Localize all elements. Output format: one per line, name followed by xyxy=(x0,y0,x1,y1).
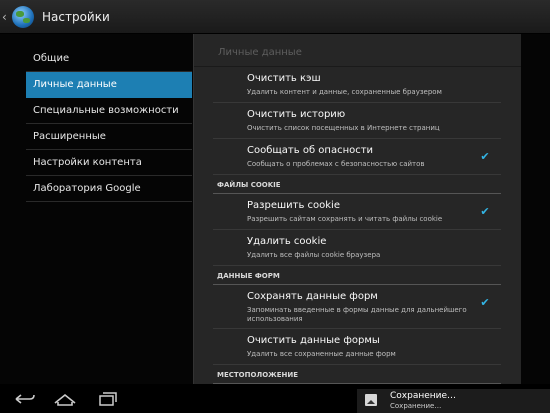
row-subtitle: Очистить список посещенных в Интернете с… xyxy=(247,124,440,132)
row-subtitle: Удалить все сохраненные данные форм xyxy=(247,350,396,358)
row-subtitle: Сообщать о проблемах с безопасностью сай… xyxy=(247,160,425,168)
sidebar-item-advanced[interactable]: Расширенные xyxy=(26,124,192,150)
home-icon[interactable] xyxy=(51,390,79,408)
clear-cache-row[interactable]: Очистить кэш Удалить контент и данные, с… xyxy=(213,67,501,103)
settings-content: Общие Личные данные Специальные возможно… xyxy=(0,34,550,384)
clear-form-data-row[interactable]: Очистить данные формы Удалить все сохран… xyxy=(213,329,501,365)
panel-title: Личные данные xyxy=(194,34,521,67)
row-subtitle: Удалить контент и данные, сохраненные бр… xyxy=(247,88,442,96)
remember-form-data-row[interactable]: Сохранять данные форм Запоминать введенн… xyxy=(213,285,501,329)
row-title: Очистить историю xyxy=(247,109,346,120)
checkbox-checked-icon[interactable]: ✔ xyxy=(479,206,491,218)
download-notification[interactable]: Сохранение… Сохранение… xyxy=(357,389,550,413)
clear-cookies-row[interactable]: Удалить cookie Удалить все файлы cookie … xyxy=(213,230,501,266)
row-title: Сообщать об опасности xyxy=(247,145,374,156)
row-title: Удалить cookie xyxy=(247,236,327,247)
section-header-cookies: ФАЙЛЫ COOKIE xyxy=(213,175,501,194)
section-header-location: МЕСТОПОЛОЖЕНИЕ xyxy=(213,365,501,384)
row-title: Сохранять данные форм xyxy=(247,291,378,302)
recents-icon[interactable] xyxy=(94,390,122,408)
image-icon xyxy=(365,394,377,406)
row-title: Очистить данные формы xyxy=(247,335,380,346)
app-title: Настройки xyxy=(42,9,110,24)
notification-subtitle: Сохранение… xyxy=(390,402,442,410)
row-subtitle: Удалить все файлы cookie браузера xyxy=(247,251,381,259)
globe-icon[interactable] xyxy=(12,5,34,28)
checkbox-checked-icon[interactable]: ✔ xyxy=(479,297,491,309)
row-subtitle: Запоминать введенные в формы данные для … xyxy=(247,306,467,323)
sidebar-item-google-labs[interactable]: Лаборатория Google xyxy=(26,176,192,202)
row-subtitle: Разрешить сайтам сохранять и читать файл… xyxy=(247,215,443,223)
sidebar-item-general[interactable]: Общие xyxy=(26,46,192,72)
back-icon[interactable] xyxy=(10,390,38,408)
security-warnings-row[interactable]: Сообщать об опасности Сообщать о проблем… xyxy=(213,139,501,175)
action-bar: ‹ Настройки xyxy=(0,0,550,34)
row-title: Очистить кэш xyxy=(247,73,321,84)
settings-sidebar: Общие Личные данные Специальные возможно… xyxy=(26,46,192,202)
checkbox-checked-icon[interactable]: ✔ xyxy=(479,151,491,163)
sidebar-item-privacy[interactable]: Личные данные xyxy=(26,72,192,98)
privacy-panel: Личные данные Очистить кэш Удалить конте… xyxy=(193,34,521,384)
sidebar-item-accessibility[interactable]: Специальные возможности xyxy=(26,98,192,124)
up-chevron-icon[interactable]: ‹ xyxy=(2,10,10,24)
accept-cookies-row[interactable]: Разрешить cookie Разрешить сайтам сохран… xyxy=(213,194,501,230)
row-title: Разрешить cookie xyxy=(247,200,340,211)
sidebar-item-content-settings[interactable]: Настройки контента xyxy=(26,150,192,176)
notification-title: Сохранение… xyxy=(390,391,457,401)
clear-history-row[interactable]: Очистить историю Очистить список посещен… xyxy=(213,103,501,139)
section-header-form-data: ДАННЫЕ ФОРМ xyxy=(213,266,501,285)
